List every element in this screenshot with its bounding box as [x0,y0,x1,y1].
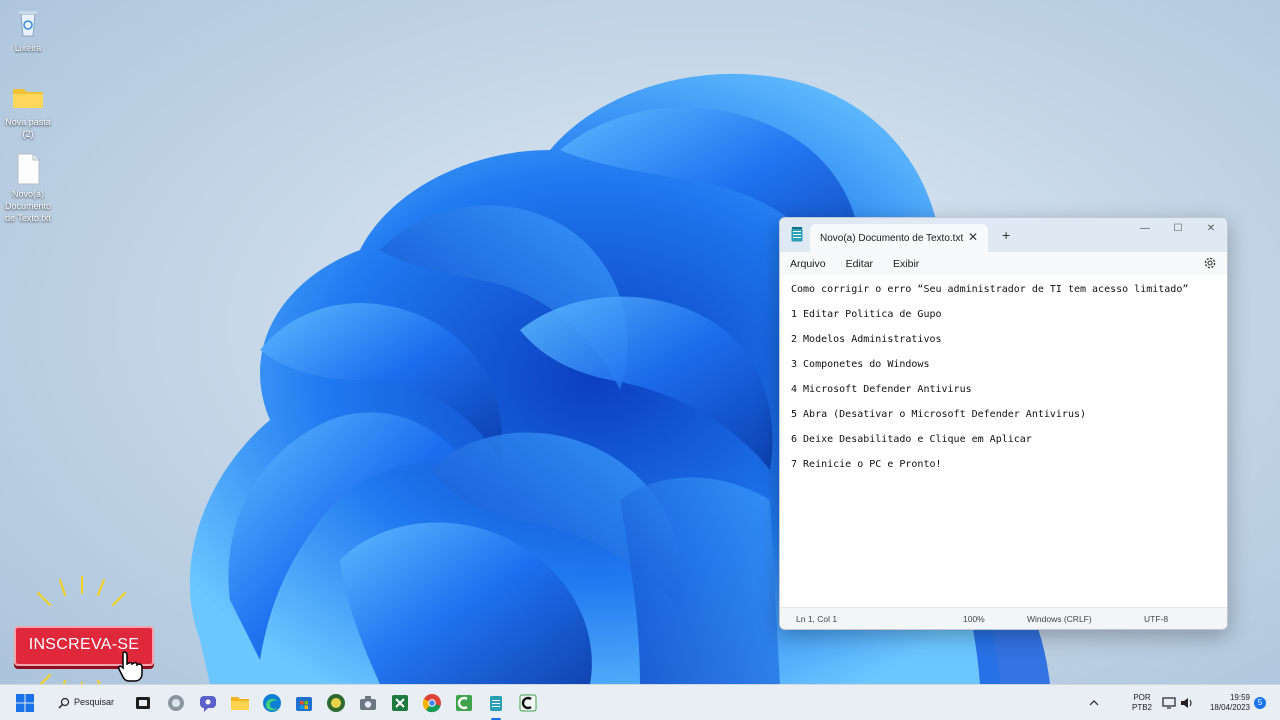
search-icon[interactable] [58,697,70,709]
chat-icon[interactable] [198,693,218,713]
status-zoom: 100% [963,614,985,624]
globe-app-icon[interactable] [326,693,346,713]
text-line: 2 Modelos Administrativos [791,334,942,345]
status-line-ending: Windows (CRLF) [1027,614,1092,624]
status-bar: Ln 1, Col 1 100% Windows (CRLF) UTF-8 [780,607,1227,629]
camera-icon[interactable] [358,693,378,713]
gear-icon[interactable] [1203,256,1217,270]
menu-exibir[interactable]: Exibir [893,258,919,270]
tab-title: Novo(a) Documento de Texto.txt [820,232,964,244]
task-view-icon[interactable] [133,693,153,713]
edge-browser-icon[interactable] [262,693,282,713]
menu-arquivo[interactable]: Arquivo [790,258,826,270]
chevron-up-icon[interactable] [1088,697,1100,709]
file-explorer-icon[interactable] [230,693,250,713]
notepad-titlebar[interactable]: Novo(a) Documento de Texto.txt ✕ + — ☐ ✕ [780,218,1227,252]
text-editor[interactable]: Como corrigir o erro “Seu administrador … [780,275,1227,609]
folder-icon [13,89,43,108]
desktop-icon-label: Lixeira [14,43,42,53]
chrome-icon[interactable] [422,693,442,713]
desktop-icon-label: Novo(a) Documento de Texto.txt [4,189,52,223]
text-line: 5 Abra (Desativar o Microsoft Defender A… [791,409,1087,420]
monitor-icon[interactable] [1162,696,1176,710]
desktop-icon-label: Nova pasta (2) [5,117,51,139]
notepad-window: Novo(a) Documento de Texto.txt ✕ + — ☐ ✕… [779,217,1228,630]
minimize-button[interactable]: — [1130,222,1160,236]
text-line: 3 Componetes do Windows [791,359,930,370]
text-line: 6 Deixe Desabilitado e Clique em Aplicar [791,434,1032,445]
hand-cursor-icon [118,651,143,682]
status-cursor-position: Ln 1, Col 1 [796,614,838,624]
language-code: POR [1133,693,1151,702]
tab-close-icon[interactable]: ✕ [968,230,978,244]
camtasia-icon[interactable] [454,693,474,713]
close-button[interactable]: ✕ [1196,222,1226,236]
windows-start-icon[interactable] [15,693,35,713]
text-line: 7 Reinicie o PC e Pronto! [791,459,942,470]
clock-time: 19:59 [1229,693,1250,702]
menu-editar[interactable]: Editar [846,258,873,270]
camtasia-recorder-icon[interactable] [518,693,538,713]
excel-icon[interactable] [390,693,410,713]
maximize-button[interactable]: ☐ [1163,222,1193,236]
menu-bar: Arquivo Editar Exibir [780,252,1227,275]
text-line: 4 Microsoft Defender Antivirus [791,384,972,395]
language-indicator[interactable]: POR PTB2 [1128,693,1156,713]
text-file-icon [17,153,40,185]
taskbar: Pesquisar POR PTB2 19:59 18/04/2023 5 [0,684,1280,720]
widgets-icon[interactable] [166,693,186,713]
desktop-icon-text-file[interactable]: Novo(a) Documento de Texto.txt [2,152,54,224]
status-encoding: UTF-8 [1144,614,1169,624]
tab-document[interactable]: Novo(a) Documento de Texto.txt ✕ [810,224,988,252]
keyboard-layout: PTB2 [1131,703,1152,712]
text-line: Como corrigir o erro “Seu administrador … [791,284,1189,295]
recycle-bin-icon [19,11,37,37]
clock[interactable]: 19:59 18/04/2023 [1198,693,1250,713]
clock-date: 18/04/2023 [1209,703,1250,712]
notification-badge[interactable]: 5 [1254,697,1266,709]
notepad-app-icon [791,227,803,242]
text-line: 1 Editar Politica de Gupo [791,309,942,320]
notepad-taskbar-icon[interactable] [486,693,506,713]
volume-icon[interactable] [1180,696,1194,710]
search-label[interactable]: Pesquisar [74,697,114,707]
desktop-icon-folder[interactable]: Nova pasta (2) [2,80,54,140]
new-tab-button[interactable]: + [1002,227,1010,243]
store-icon[interactable] [294,693,314,713]
desktop-icon-recycle-bin[interactable]: Lixeira [2,6,54,54]
